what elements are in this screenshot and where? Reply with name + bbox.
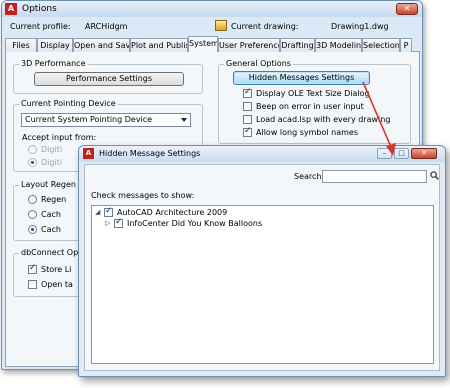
drawing-file-icon bbox=[215, 20, 227, 31]
pointing-device-title: Current Pointing Device bbox=[19, 99, 118, 108]
cache-all-label: Cach bbox=[41, 225, 61, 234]
digitizer-and-mouse-label: Digiti bbox=[41, 158, 63, 167]
hidden-message-titlebar[interactable]: A Hidden Message Settings – □ ✕ bbox=[79, 146, 445, 162]
tab-files[interactable]: Files bbox=[5, 38, 37, 52]
tab-profiles-partial[interactable]: P bbox=[400, 38, 412, 52]
options-titlebar[interactable]: A Options ✕ bbox=[2, 1, 422, 17]
infocenter-balloons-checkbox[interactable] bbox=[114, 217, 123, 228]
current-profile-value: ARCHidgm bbox=[85, 22, 128, 31]
cache-model-radio[interactable] bbox=[28, 210, 37, 219]
tab-system[interactable]: System bbox=[188, 36, 218, 52]
current-drawing-label: Current drawing: bbox=[231, 22, 299, 31]
maximize-button[interactable]: □ bbox=[394, 148, 409, 159]
regen-label: Regen bbox=[41, 195, 67, 204]
digitizer-only-label: Digiti bbox=[41, 145, 63, 154]
autocad-app-icon: A bbox=[83, 148, 94, 159]
search-label: Search: bbox=[294, 172, 325, 181]
regen-radio[interactable] bbox=[28, 195, 37, 204]
tree-expanded-icon[interactable]: ◢ bbox=[95, 208, 100, 216]
long-symbol-names-checkbox[interactable] bbox=[243, 126, 252, 137]
display-ole-checkbox[interactable] bbox=[243, 87, 252, 98]
digitizer-and-mouse-radio[interactable] bbox=[28, 158, 37, 167]
hidden-messages-settings-button[interactable]: Hidden Messages Settings bbox=[233, 71, 370, 85]
beep-on-error-checkbox[interactable] bbox=[243, 102, 252, 111]
digitizer-only-radio[interactable] bbox=[28, 145, 37, 154]
pointing-device-select-value: Current System Pointing Device bbox=[25, 115, 153, 124]
tab-open-and-save[interactable]: Open and Save bbox=[73, 38, 130, 52]
performance-settings-button[interactable]: Performance Settings bbox=[34, 72, 184, 86]
minimize-button[interactable]: – bbox=[377, 148, 392, 159]
accept-input-label: Accept input from: bbox=[22, 133, 97, 142]
store-links-label: Store Li bbox=[41, 265, 72, 274]
beep-on-error-label: Beep on error in user input bbox=[256, 102, 364, 111]
hidden-message-window-title: Hidden Message Settings bbox=[99, 149, 201, 158]
chevron-down-icon bbox=[181, 118, 187, 122]
options-close-button[interactable]: ✕ bbox=[396, 3, 418, 15]
messages-tree: ◢ AutoCAD Architecture 2009 ▷ InfoCenter… bbox=[91, 205, 434, 364]
3d-performance-group: 3D Performance Performance Settings bbox=[13, 59, 203, 94]
tab-3d-modeling[interactable]: 3D Modeling bbox=[315, 38, 362, 52]
load-acad-lsp-checkbox[interactable] bbox=[243, 115, 252, 124]
open-tables-checkbox[interactable] bbox=[28, 280, 37, 289]
long-symbol-names-label: Allow long symbol names bbox=[256, 128, 358, 137]
tree-collapsed-icon[interactable]: ▷ bbox=[105, 219, 110, 227]
search-icon[interactable] bbox=[430, 171, 439, 180]
3d-performance-title: 3D Performance bbox=[19, 59, 88, 68]
cache-model-label: Cach bbox=[41, 210, 61, 219]
general-options-title: General Options bbox=[224, 59, 293, 68]
open-tables-label: Open ta bbox=[41, 280, 73, 289]
pointing-device-select[interactable]: Current System Pointing Device bbox=[21, 113, 191, 127]
display-ole-label: Display OLE Text Size Dialog bbox=[256, 89, 370, 98]
tab-selection[interactable]: Selection bbox=[362, 38, 400, 52]
tab-plot-and-publish[interactable]: Plot and Publish bbox=[130, 38, 188, 52]
infocenter-balloons-label: InfoCenter Did You Know Balloons bbox=[127, 219, 263, 228]
general-options-group: General Options Hidden Messages Settings… bbox=[218, 59, 411, 144]
current-profile-label: Current profile: bbox=[10, 22, 71, 31]
hidden-message-body: Search: Check messages to show: ◢ AutoCA… bbox=[84, 164, 440, 371]
options-window-title: Options bbox=[22, 4, 57, 14]
load-acad-lsp-label: Load acad.lsp with every drawing bbox=[256, 115, 391, 124]
check-messages-label: Check messages to show: bbox=[91, 191, 195, 200]
search-input[interactable] bbox=[322, 170, 427, 183]
tab-drafting[interactable]: Drafting bbox=[280, 38, 315, 52]
autocad-architecture-checkbox[interactable] bbox=[104, 206, 113, 217]
autocad-app-icon: A bbox=[5, 3, 17, 15]
cache-all-radio[interactable] bbox=[28, 225, 37, 234]
close-button[interactable]: ✕ bbox=[411, 148, 437, 159]
store-links-checkbox[interactable] bbox=[28, 263, 37, 274]
tab-user-preferences[interactable]: User Preferences bbox=[218, 38, 280, 52]
tab-display[interactable]: Display bbox=[37, 38, 73, 52]
hidden-message-settings-window: A Hidden Message Settings – □ ✕ Search: … bbox=[78, 145, 446, 377]
layout-regen-title: Layout Regen O bbox=[19, 180, 87, 189]
autocad-architecture-label: AutoCAD Architecture 2009 bbox=[117, 208, 228, 217]
current-drawing-value: Drawing1.dwg bbox=[331, 22, 389, 31]
